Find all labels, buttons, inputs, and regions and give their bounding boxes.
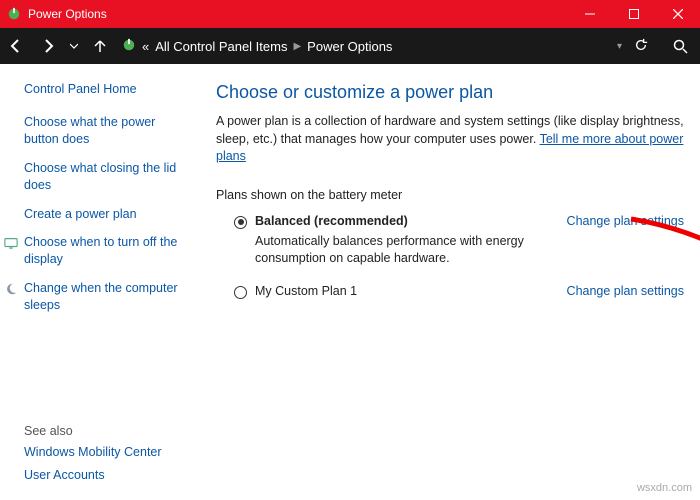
- power-plan-balanced: Balanced (recommended) Change plan setti…: [234, 214, 684, 268]
- control-panel-home-link[interactable]: Control Panel Home: [24, 82, 192, 96]
- power-plan-custom: My Custom Plan 1 Change plan settings: [234, 284, 684, 299]
- change-plan-settings-link[interactable]: Change plan settings: [567, 284, 684, 298]
- breadcrumb-prefix: «: [142, 39, 149, 54]
- see-also-mobility[interactable]: Windows Mobility Center: [24, 444, 192, 461]
- sidebar-link-closing-lid[interactable]: Choose what closing the lid does: [24, 160, 192, 194]
- chevron-down-icon[interactable]: ▾: [617, 41, 622, 52]
- see-also-accounts[interactable]: User Accounts: [24, 467, 192, 484]
- chevron-right-icon: ▶: [293, 41, 301, 52]
- sidebar-link-computer-sleeps[interactable]: Change when the computer sleeps: [4, 280, 192, 314]
- address-bar[interactable]: « All Control Panel Items ▶ Power Option…: [116, 38, 660, 55]
- recent-dropdown[interactable]: [64, 28, 84, 64]
- plan-name[interactable]: My Custom Plan 1: [255, 284, 557, 298]
- navbar: « All Control Panel Items ▶ Power Option…: [0, 28, 700, 64]
- sidebar: Control Panel Home Choose what the power…: [0, 64, 206, 500]
- minimize-button[interactable]: [568, 0, 612, 28]
- up-button[interactable]: [84, 28, 116, 64]
- page-heading: Choose or customize a power plan: [216, 82, 684, 103]
- see-also-label: See also: [24, 424, 192, 438]
- plan-name[interactable]: Balanced (recommended): [255, 214, 557, 228]
- plans-section-label: Plans shown on the battery meter: [216, 188, 684, 202]
- watermark: wsxdn.com: [637, 482, 692, 494]
- refresh-button[interactable]: [634, 38, 648, 55]
- content-area: Control Panel Home Choose what the power…: [0, 64, 700, 500]
- plan-description: Automatically balances performance with …: [255, 233, 575, 268]
- search-button[interactable]: [660, 28, 700, 64]
- breadcrumb-parent[interactable]: All Control Panel Items: [155, 39, 287, 54]
- main-panel: Choose or customize a power plan A power…: [206, 64, 700, 500]
- breadcrumb-current[interactable]: Power Options: [307, 39, 392, 54]
- location-icon: [122, 38, 136, 55]
- sidebar-link-power-button[interactable]: Choose what the power button does: [24, 114, 192, 148]
- sidebar-item-label: Choose when to turn off the display: [24, 234, 192, 268]
- display-icon: [4, 236, 18, 250]
- titlebar: Power Options: [0, 0, 700, 28]
- back-button[interactable]: [0, 28, 32, 64]
- sidebar-link-create-plan[interactable]: Create a power plan: [24, 206, 192, 223]
- page-description: A power plan is a collection of hardware…: [216, 113, 684, 166]
- sidebar-link-turn-off-display[interactable]: Choose when to turn off the display: [4, 234, 192, 268]
- change-plan-settings-link[interactable]: Change plan settings: [567, 214, 684, 228]
- sidebar-item-label: Change when the computer sleeps: [24, 280, 192, 314]
- window-title: Power Options: [28, 7, 568, 21]
- radio-custom[interactable]: [234, 286, 247, 299]
- forward-button[interactable]: [32, 28, 64, 64]
- app-icon: [6, 6, 22, 22]
- close-button[interactable]: [656, 0, 700, 28]
- radio-balanced[interactable]: [234, 216, 247, 229]
- maximize-button[interactable]: [612, 0, 656, 28]
- moon-icon: [4, 282, 18, 296]
